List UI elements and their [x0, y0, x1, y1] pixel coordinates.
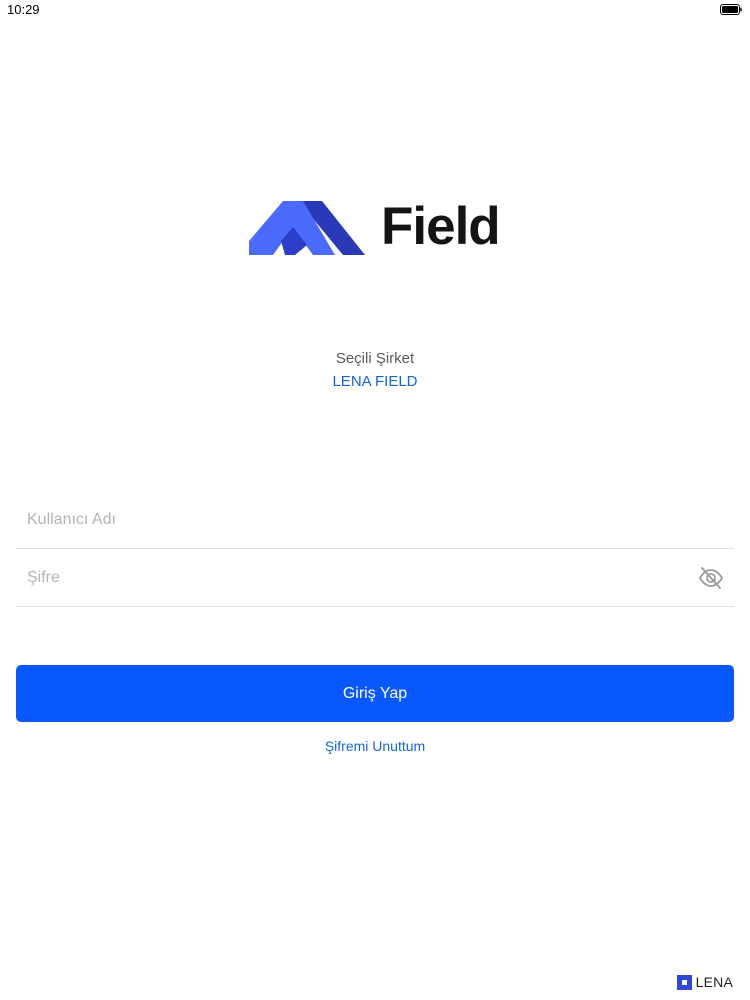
login-screen: 10:29 Field Seçili Şirket LENA FIELD Gir: [0, 0, 750, 1000]
password-field-container: [16, 550, 734, 607]
lena-square-icon: [676, 974, 692, 990]
selected-company-caption: Seçili Şirket: [335, 350, 415, 367]
forgot-password-link[interactable]: Şifremi Unuttum: [0, 738, 750, 754]
status-bar: 10:29: [0, 0, 750, 20]
username-field-container: [16, 492, 734, 549]
app-logo: Field: [247, 195, 507, 259]
mountain-logo-icon: [249, 201, 365, 255]
logo-wordmark: Field: [381, 197, 501, 256]
username-input[interactable]: [16, 492, 734, 548]
brand-footer: LENA: [676, 973, 733, 991]
selected-company-name[interactable]: LENA FIELD: [0, 373, 750, 390]
brand-name: LENA: [695, 974, 733, 990]
eye-off-icon[interactable]: [698, 565, 724, 591]
login-button[interactable]: Giriş Yap: [16, 665, 734, 722]
battery-full-icon: [720, 4, 742, 15]
status-time: 10:29: [7, 2, 40, 17]
password-input[interactable]: [16, 550, 734, 606]
